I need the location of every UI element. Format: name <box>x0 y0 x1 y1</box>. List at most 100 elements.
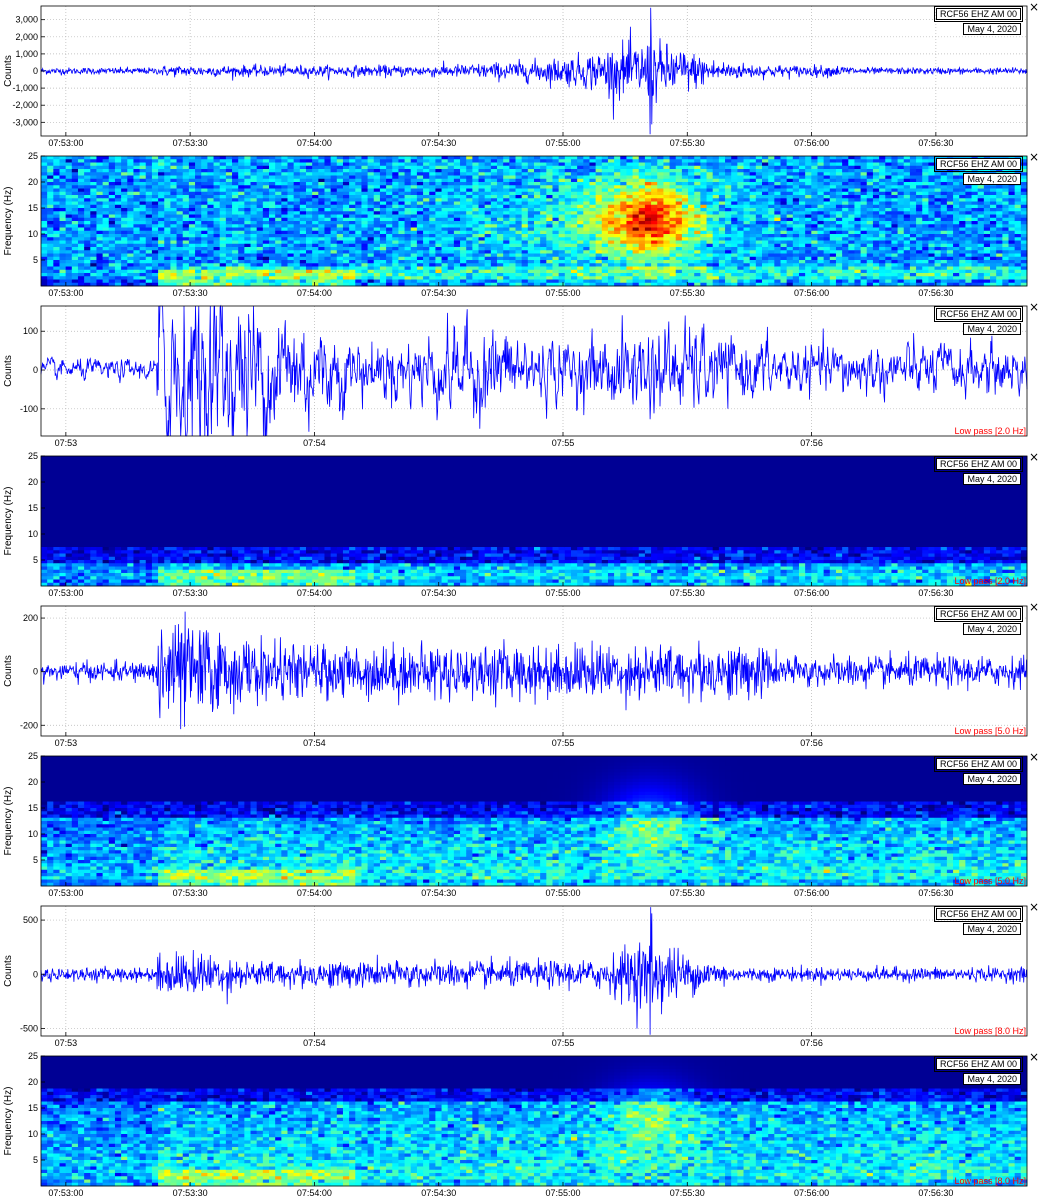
y-tick-label: 10 <box>28 229 38 239</box>
close-icon[interactable]: × <box>1029 451 1039 463</box>
y-tick-label: -2,000 <box>12 100 38 110</box>
x-tick-label: 07:56:00 <box>794 288 829 296</box>
waveform-panel: 3,000 2,000 1,000 0 -1,000 -2,000 -3,000 07:53:… <box>0 0 1042 146</box>
station-label: RCF56 EHZ AM 00 <box>933 606 1024 622</box>
y-tick-label: 0 <box>33 66 38 76</box>
close-icon[interactable]: × <box>1029 1051 1039 1063</box>
x-tick-label: 07:55 <box>552 738 575 746</box>
x-tick-label: 07:56:30 <box>918 588 953 596</box>
y-tick-label: 3,000 <box>15 15 38 25</box>
x-tick-label: 07:53:30 <box>173 138 208 146</box>
y-axis-label: Frequency (Hz) <box>3 1087 14 1156</box>
x-tick-label: 07:53:30 <box>173 1188 208 1196</box>
y-tick-label: 15 <box>28 203 38 213</box>
y-tick-label: 5 <box>33 555 38 565</box>
x-tick-label: 07:54 <box>303 1038 326 1046</box>
y-tick-label: 20 <box>28 777 38 787</box>
y-tick-label: 0 <box>33 969 38 979</box>
x-tick-label: 07:56:30 <box>918 888 953 896</box>
spectrogram-panel: 25 20 15 10 5 07:53:00 07:53:30 07:54:00 07:54:3… <box>0 450 1042 596</box>
y-tick-label: 20 <box>28 1077 38 1087</box>
y-axis-label: Frequency (Hz) <box>3 787 14 856</box>
x-tick-label: 07:54:30 <box>421 138 456 146</box>
x-tick-label: 07:55:00 <box>545 588 580 596</box>
x-tick-label: 07:55:00 <box>545 288 580 296</box>
station-label: RCF56 EHZ AM 00 <box>933 1056 1024 1072</box>
x-tick-label: 07:55:00 <box>545 888 580 896</box>
date-label: May 4, 2020 <box>963 23 1021 35</box>
x-tick-label: 07:56 <box>800 1038 823 1046</box>
station-label: RCF56 EHZ AM 00 <box>933 156 1024 172</box>
x-tick-label: 07:53:00 <box>48 288 83 296</box>
close-icon[interactable]: × <box>1029 151 1039 163</box>
x-tick-label: 07:54 <box>303 438 326 446</box>
x-tick-label: 07:53:30 <box>173 888 208 896</box>
y-tick-label: 25 <box>28 151 38 161</box>
y-tick-label: 10 <box>28 529 38 539</box>
y-tick-label: -100 <box>20 404 38 414</box>
y-tick-label: 100 <box>23 326 38 336</box>
x-tick-label: 07:54:00 <box>297 1188 332 1196</box>
x-tick-label: 07:53:00 <box>48 1188 83 1196</box>
y-axis-label: Frequency (Hz) <box>3 487 14 556</box>
x-tick-label: 07:53:30 <box>173 588 208 596</box>
close-icon[interactable]: × <box>1029 301 1039 313</box>
y-tick-label: 0 <box>33 667 38 677</box>
y-tick-label: 10 <box>28 1129 38 1139</box>
spectrogram-panel: 25 20 15 10 5 07:53:00 07:53:30 07:54:00 07:54:3… <box>0 1050 1042 1196</box>
y-tick-label: 10 <box>28 829 38 839</box>
waveform-plot: 3,000 2,000 1,000 0 -1,000 -2,000 -3,000 07:53:… <box>3 5 1028 146</box>
x-tick-label: 07:54:00 <box>297 888 332 896</box>
y-tick-label: 20 <box>28 477 38 487</box>
close-icon[interactable]: × <box>1029 901 1039 913</box>
date-label: May 4, 2020 <box>963 773 1021 785</box>
waveform-plot: 100 0 -100 07:53 07:54 07:55 07:56 Counts <box>3 304 1028 446</box>
y-tick-label: 15 <box>28 1103 38 1113</box>
close-icon[interactable]: × <box>1029 1 1039 13</box>
filter-label: Low pass [5.0 Hz] <box>954 876 1026 886</box>
x-tick-label: 07:54 <box>303 738 326 746</box>
y-tick-label: 5 <box>33 1155 38 1165</box>
x-tick-label: 07:53:00 <box>48 888 83 896</box>
y-axis-label: Counts <box>3 355 14 387</box>
filter-label: Low pass [2.0 Hz] <box>954 576 1026 586</box>
y-tick-label: 15 <box>28 503 38 513</box>
station-label: RCF56 EHZ AM 00 <box>933 456 1024 472</box>
x-tick-label: 07:54:30 <box>421 588 456 596</box>
x-tick-label: 07:54:30 <box>421 1188 456 1196</box>
station-label: RCF56 EHZ AM 00 <box>933 6 1024 22</box>
y-tick-label: 0 <box>33 365 38 375</box>
close-icon[interactable]: × <box>1029 601 1039 613</box>
x-tick-label: 07:56:30 <box>918 288 953 296</box>
waveform-panel: 500 0 -500 07:53 07:54 07:55 07:56 Counts RCF56 … <box>0 900 1042 1046</box>
x-tick-label: 07:54:00 <box>297 588 332 596</box>
y-axis-label: Counts <box>3 955 14 987</box>
date-label: May 4, 2020 <box>963 623 1021 635</box>
x-tick-label: 07:56:00 <box>794 1188 829 1196</box>
y-tick-label: 5 <box>33 255 38 265</box>
x-tick-label: 07:56:30 <box>918 138 953 146</box>
y-tick-label: 5 <box>33 855 38 865</box>
x-tick-label: 07:55:30 <box>670 588 705 596</box>
y-axis-label: Counts <box>3 655 14 687</box>
station-label: RCF56 EHZ AM 00 <box>933 306 1024 322</box>
filter-label: Low pass [5.0 Hz] <box>954 726 1026 736</box>
y-tick-label: 1,000 <box>15 49 38 59</box>
spectrogram-plot: 25 20 15 10 5 07:53:00 07:53:30 07:54:00 07:54:3… <box>3 451 1028 596</box>
x-tick-label: 07:55:00 <box>545 138 580 146</box>
filter-label: Low pass [8.0 Hz] <box>954 1176 1026 1186</box>
y-tick-label: 20 <box>28 177 38 187</box>
date-label: May 4, 2020 <box>963 173 1021 185</box>
y-tick-label: -500 <box>20 1023 38 1033</box>
date-label: May 4, 2020 <box>963 473 1021 485</box>
close-icon[interactable]: × <box>1029 751 1039 763</box>
x-tick-label: 07:53 <box>55 1038 78 1046</box>
x-tick-label: 07:56:00 <box>794 138 829 146</box>
x-tick-label: 07:55:00 <box>545 1188 580 1196</box>
x-tick-label: 07:55:30 <box>670 888 705 896</box>
x-tick-label: 07:56 <box>800 438 823 446</box>
x-tick-label: 07:54:00 <box>297 288 332 296</box>
x-tick-label: 07:53:00 <box>48 138 83 146</box>
y-tick-label: 25 <box>28 1051 38 1061</box>
x-tick-label: 07:54:30 <box>421 888 456 896</box>
